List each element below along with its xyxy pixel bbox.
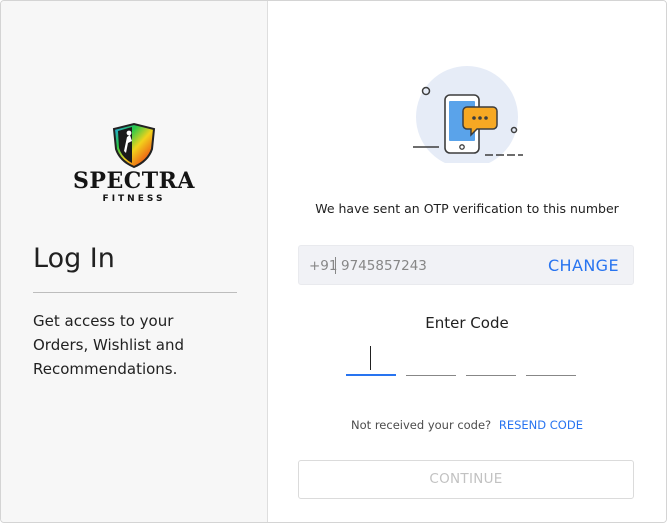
otp-code-inputs (346, 342, 586, 378)
otp-digit-4-input[interactable] (526, 342, 576, 376)
brand-name: SPECTRA (73, 168, 195, 194)
country-code: +91 (309, 258, 338, 274)
text-caret (370, 346, 371, 370)
phone-number-field: +91 9745857243 CHANGE (298, 245, 634, 285)
brand-tagline: FITNESS (102, 194, 166, 204)
otp-digit-2-input[interactable] (406, 342, 456, 376)
continue-button[interactable]: CONTINUE (298, 460, 634, 499)
not-received-text: Not received your code? (351, 418, 492, 432)
phone-chat-icon (413, 66, 523, 163)
otp-sent-message: We have sent an OTP verification to this… (315, 201, 619, 216)
phone-number: 9745857243 (341, 258, 427, 274)
spectra-shield-logo-icon (112, 122, 156, 169)
resend-code-link[interactable]: RESEND CODE (499, 418, 583, 432)
login-divider (33, 292, 237, 293)
otp-digit-1-input[interactable] (346, 342, 396, 376)
change-number-button[interactable]: CHANGE (548, 256, 619, 275)
login-dialog: SPECTRA FITNESS Log In Get access to you… (0, 0, 667, 523)
left-panel: SPECTRA FITNESS Log In Get access to you… (1, 1, 268, 522)
login-description: Get access to your Orders, Wishlist and … (33, 312, 184, 378)
otp-digit-3-input[interactable] (466, 342, 516, 376)
otp-panel: We have sent an OTP verification to this… (268, 1, 666, 522)
phone-separator (335, 257, 336, 274)
enter-code-label: Enter Code (425, 314, 509, 332)
resend-row: Not received your code? RESEND CODE (268, 418, 666, 432)
brand-logo: SPECTRA FITNESS (73, 119, 195, 209)
login-title: Log In (33, 243, 115, 274)
